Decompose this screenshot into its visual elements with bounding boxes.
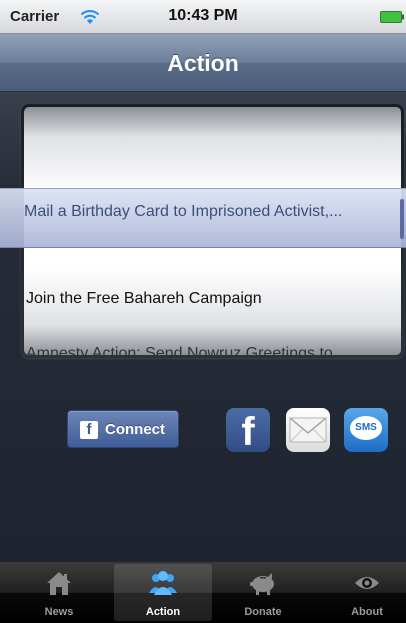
tab-label: News [44,606,74,618]
selection-cap [400,199,404,239]
tab-label: Action [145,606,181,618]
picker-selection-indicator[interactable]: Mail a Birthday Card to Imprisoned Activ… [0,188,406,248]
picker-row[interactable]: Amnesty Action: Send Nowruz Greetings to… [26,339,391,355]
tab-donate[interactable]: Donate [214,564,312,621]
tab-label: Donate [244,606,282,618]
main-content: Join the Free Bahareh Campaign Amnesty A… [0,92,406,562]
facebook-icon: f [80,421,98,439]
battery-icon [380,11,404,23]
tab-news[interactable]: News [10,564,108,621]
tab-action[interactable]: Action [114,564,212,621]
status-bar: Carrier 10:43 PM [0,0,406,34]
picker-selected-item: Mail a Birthday Card to Imprisoned Activ… [24,203,343,220]
tab-label: About [351,606,383,618]
piggy-bank-icon [250,573,274,595]
people-icon [149,571,177,595]
status-time: 10:43 PM [168,7,238,24]
eye-icon [355,577,379,589]
page-title: Action [167,50,239,76]
tab-about[interactable]: About [318,564,406,621]
sms-bubble-icon: SMS [350,416,382,440]
picker-row[interactable]: Join the Free Bahareh Campaign [26,284,391,314]
facebook-connect-button[interactable]: f Connect [67,410,179,448]
tab-bar: News Action Donate About [0,562,406,623]
home-icon [47,572,71,595]
sms-share-icon[interactable]: SMS [344,408,388,452]
facebook-logo: f [241,410,255,454]
navigation-bar: Action [0,34,406,92]
facebook-share-icon[interactable]: f [226,408,270,454]
connect-label: Connect [105,421,165,438]
envelope-icon [289,417,327,443]
mail-share-icon[interactable] [286,408,330,452]
